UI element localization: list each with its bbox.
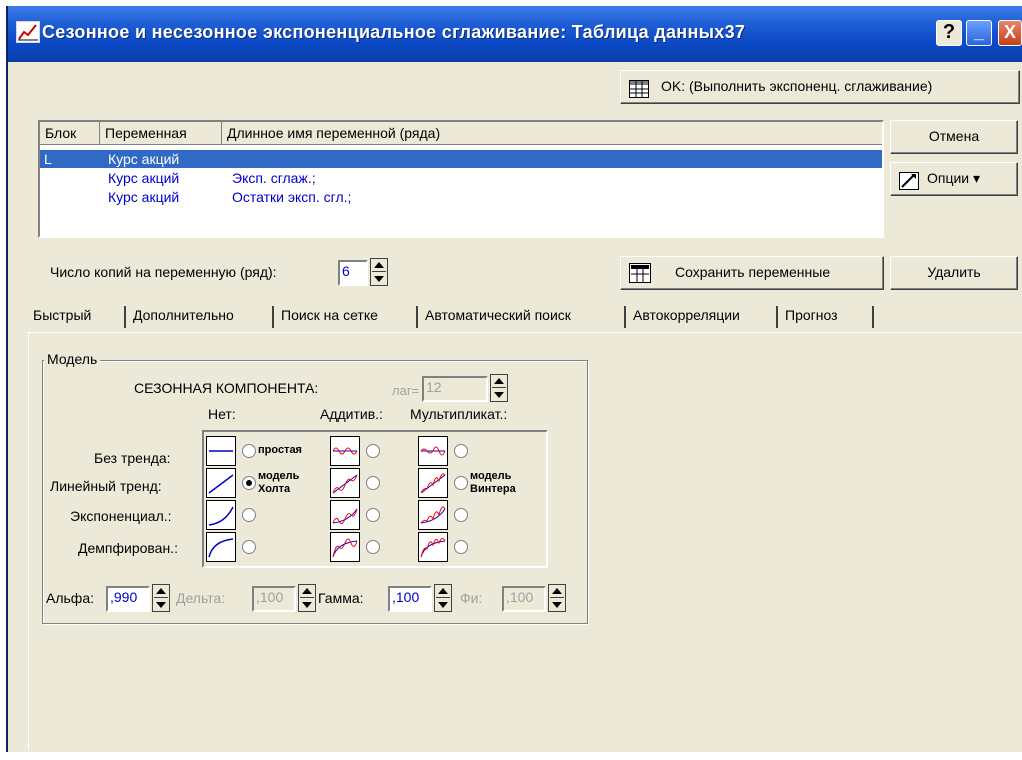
dialog-window: Сезонное и несезонное экспоненциальное с…: [6, 6, 1022, 752]
row-variable: Курс акций: [108, 189, 180, 205]
phi-spinner[interactable]: [548, 584, 566, 612]
col-multiplicative-label: Мультипликат.:: [410, 406, 508, 422]
delete-button[interactable]: Удалить: [890, 256, 1018, 290]
tab-autocorrelations[interactable]: Автокорреляции: [628, 302, 745, 330]
ok-button-label: OK: (Выполнить экспоненц. сглаживание): [661, 78, 933, 94]
no-trend-no-season-icon: [206, 436, 236, 466]
lag-input[interactable]: 12: [422, 376, 488, 402]
radio-add-no-trend[interactable]: [366, 444, 380, 458]
linear-trend-no-season-icon: [206, 468, 236, 498]
model-group-title: Модель: [44, 351, 101, 367]
gamma-label: Гамма:: [318, 590, 364, 606]
chart-app-icon: [16, 21, 40, 43]
cancel-button[interactable]: Отмена: [890, 120, 1018, 154]
radio-exp-none[interactable]: [242, 508, 256, 522]
tab-forecast[interactable]: Прогноз: [780, 302, 843, 330]
close-button[interactable]: X: [998, 20, 1022, 46]
radio-add-linear[interactable]: [366, 476, 380, 490]
row-longname: Эксп. сглаж.;: [232, 170, 316, 186]
list-row[interactable]: Курс акций Остатки эксп. сгл.;: [40, 188, 882, 206]
row-no-trend-label: Без тренда:: [94, 450, 171, 466]
radio-add-exp[interactable]: [366, 508, 380, 522]
alpha-label: Альфа:: [46, 590, 94, 606]
lag-spinner[interactable]: [490, 374, 508, 402]
radio-simple[interactable]: [242, 444, 256, 458]
wand-icon: [899, 170, 919, 190]
gamma-input[interactable]: ,100: [388, 586, 432, 612]
delta-spinner[interactable]: [298, 584, 316, 612]
holt-label-1: модель: [258, 470, 300, 482]
list-header: Блок Переменная Длинное имя переменной (…: [40, 122, 882, 145]
linear-trend-multiplicative-icon: [418, 468, 448, 498]
radio-mult-damped[interactable]: [454, 540, 468, 554]
save-variables-button[interactable]: Сохранить переменные: [620, 256, 884, 290]
radio-add-damped[interactable]: [366, 540, 380, 554]
lag-label: лаг=: [392, 383, 420, 398]
col-variable[interactable]: Переменная: [100, 122, 222, 144]
col-longname[interactable]: Длинное имя переменной (ряда): [222, 122, 883, 144]
list-row[interactable]: Курс акций Эксп. сглаж.;: [40, 169, 882, 187]
radio-holt[interactable]: [242, 476, 256, 490]
alpha-input[interactable]: ,990: [106, 586, 150, 612]
linear-trend-additive-icon: [330, 468, 360, 498]
simple-label: простая: [258, 444, 302, 456]
no-trend-additive-icon: [330, 436, 360, 466]
col-additive-label: Аддитив.:: [320, 406, 383, 422]
row-damped-label: Демпфирован.:: [78, 540, 178, 556]
tab-auto-search[interactable]: Автоматический поиск: [420, 302, 576, 330]
row-linear-trend-label: Линейный тренд:: [50, 478, 162, 494]
row-variable: Курс акций: [108, 151, 180, 167]
tab-grid-search[interactable]: Поиск на сетке: [276, 302, 383, 330]
ok-run-button[interactable]: OK: (Выполнить экспоненц. сглаживание): [620, 70, 1020, 104]
row-variable: Курс акций: [108, 170, 180, 186]
radio-winters[interactable]: [454, 476, 468, 490]
exp-trend-additive-icon: [330, 500, 360, 530]
list-row[interactable]: L Курс акций: [40, 150, 882, 168]
row-exponential-label: Экспоненциал.:: [70, 508, 172, 524]
minimize-button[interactable]: _: [966, 20, 992, 46]
delta-input[interactable]: ,100: [252, 586, 296, 612]
options-button[interactable]: Опции ▾: [890, 162, 1018, 196]
options-label: Опции ▾: [927, 170, 981, 186]
row-longname: Остатки эксп. сгл.;: [232, 189, 352, 205]
variables-list[interactable]: Блок Переменная Длинное имя переменной (…: [38, 120, 884, 238]
save-disk-icon: [629, 263, 651, 283]
col-none-label: Нет:: [208, 406, 236, 422]
copies-spinner[interactable]: [370, 258, 388, 286]
winters-label-2: Винтера: [470, 483, 516, 495]
title-bar[interactable]: Сезонное и несезонное экспоненциальное с…: [8, 6, 1022, 62]
alpha-spinner[interactable]: [152, 584, 170, 612]
damped-trend-additive-icon: [330, 532, 360, 562]
copies-input[interactable]: 6: [338, 260, 368, 286]
save-variables-label: Сохранить переменные: [675, 264, 831, 280]
delta-label: Дельта:: [176, 590, 226, 606]
radio-mult-no-trend[interactable]: [454, 444, 468, 458]
tab-advanced[interactable]: Дополнительно: [128, 302, 239, 330]
gamma-spinner[interactable]: [434, 584, 452, 612]
radio-mult-exp[interactable]: [454, 508, 468, 522]
exp-trend-multiplicative-icon: [418, 500, 448, 530]
help-button[interactable]: ?: [936, 20, 962, 46]
holt-label-2: Холта: [258, 483, 291, 495]
tab-quick[interactable]: Быстрый: [28, 302, 96, 330]
spreadsheet-icon: [629, 78, 649, 98]
copies-label: Число копий на переменную (ряд):: [50, 264, 277, 280]
damped-trend-no-season-icon: [206, 532, 236, 562]
col-block[interactable]: Блок: [40, 122, 100, 144]
row-block: L: [44, 151, 52, 167]
exp-trend-no-season-icon: [206, 500, 236, 530]
phi-label: Фи:: [460, 590, 483, 606]
no-trend-multiplicative-icon: [418, 436, 448, 466]
phi-input[interactable]: ,100: [502, 586, 546, 612]
window-title: Сезонное и несезонное экспоненциальное с…: [42, 22, 746, 42]
winters-label-1: модель: [470, 470, 512, 482]
radio-damped-none[interactable]: [242, 540, 256, 554]
seasonal-label: СЕЗОННАЯ КОМПОНЕНТА:: [134, 380, 319, 396]
damped-trend-multiplicative-icon: [418, 532, 448, 562]
